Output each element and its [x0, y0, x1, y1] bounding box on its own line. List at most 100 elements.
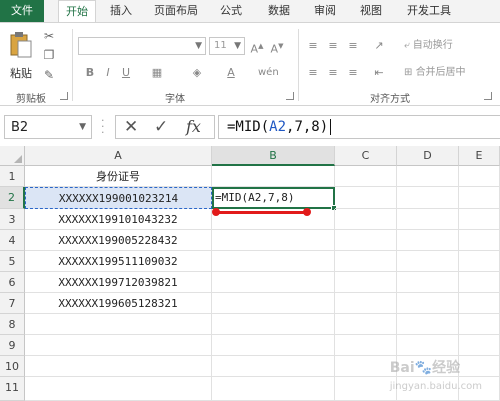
- enter-icon[interactable]: ✓: [154, 117, 168, 137]
- cell-c7[interactable]: [335, 293, 397, 314]
- grow-font-icon[interactable]: A▲: [250, 38, 264, 56]
- cell-b2-editing[interactable]: =MID(A2,7,8): [212, 187, 335, 209]
- tab-review[interactable]: 审阅: [308, 0, 342, 22]
- alignment-launcher-icon[interactable]: [484, 92, 492, 100]
- cell-a3[interactable]: XXXXXX199101043232: [25, 209, 212, 230]
- row-header-5[interactable]: 5: [0, 251, 25, 272]
- tab-data[interactable]: 数据: [262, 0, 296, 22]
- cell-d7[interactable]: [397, 293, 459, 314]
- align-bottom-icon[interactable]: ≡: [346, 38, 360, 54]
- cell-c5[interactable]: [335, 251, 397, 272]
- cell-e3[interactable]: [459, 209, 500, 230]
- cell-e7[interactable]: [459, 293, 500, 314]
- cell-a11[interactable]: [25, 377, 212, 401]
- orientation-icon[interactable]: ↗: [370, 38, 388, 54]
- cell-d4[interactable]: [397, 230, 459, 251]
- tab-view[interactable]: 视图: [354, 0, 388, 22]
- cell-a10[interactable]: [25, 356, 212, 377]
- row-header-10[interactable]: 10: [0, 356, 25, 377]
- name-box[interactable]: B2 ▼: [4, 115, 92, 139]
- cell-b11[interactable]: [212, 377, 335, 401]
- cell-c11[interactable]: [335, 377, 397, 401]
- formula-input[interactable]: =MID(A2,7,8): [218, 115, 500, 139]
- row-header-11[interactable]: 11: [0, 377, 25, 401]
- bold-icon[interactable]: B: [84, 65, 96, 81]
- cell-b7[interactable]: [212, 293, 335, 314]
- column-header-e[interactable]: E: [459, 146, 500, 166]
- align-middle-icon[interactable]: ≡: [326, 38, 340, 54]
- cell-e5[interactable]: [459, 251, 500, 272]
- cell-e9[interactable]: [459, 335, 500, 356]
- align-center-icon[interactable]: ≡: [326, 65, 340, 81]
- cell-d3[interactable]: [397, 209, 459, 230]
- tab-page-layout[interactable]: 页面布局: [148, 0, 204, 22]
- cell-d2[interactable]: [397, 187, 459, 209]
- cell-c6[interactable]: [335, 272, 397, 293]
- cell-e4[interactable]: [459, 230, 500, 251]
- cell-c8[interactable]: [335, 314, 397, 335]
- column-header-b[interactable]: B: [212, 146, 335, 166]
- tab-developer[interactable]: 开发工具: [400, 0, 458, 22]
- cell-e6[interactable]: [459, 272, 500, 293]
- font-launcher-icon[interactable]: [286, 92, 294, 100]
- column-header-a[interactable]: A: [25, 146, 212, 166]
- copy-icon[interactable]: ❐: [42, 48, 56, 62]
- formula-bar-grip-icon[interactable]: · · ·: [101, 115, 105, 138]
- row-header-8[interactable]: 8: [0, 314, 25, 335]
- underline-icon[interactable]: U: [120, 65, 132, 81]
- tab-insert[interactable]: 插入: [104, 0, 138, 22]
- align-top-icon[interactable]: ≡: [306, 38, 320, 54]
- wrap-text-button[interactable]: ⤶ 自动换行: [404, 38, 453, 54]
- cell-c2[interactable]: [335, 187, 397, 209]
- paste-icon[interactable]: [9, 31, 33, 59]
- chevron-down-icon[interactable]: ▼: [79, 122, 86, 132]
- clipboard-launcher-icon[interactable]: [60, 92, 68, 100]
- cell-a2[interactable]: XXXXXX199001023214: [25, 187, 212, 209]
- font-color-icon[interactable]: A: [224, 65, 238, 81]
- align-right-icon[interactable]: ≡: [346, 65, 360, 81]
- format-painter-icon[interactable]: ✎: [42, 68, 56, 82]
- italic-icon[interactable]: I: [102, 65, 114, 81]
- cell-b8[interactable]: [212, 314, 335, 335]
- cell-b5[interactable]: [212, 251, 335, 272]
- cell-a8[interactable]: [25, 314, 212, 335]
- paste-button-label[interactable]: 粘贴: [10, 65, 32, 81]
- wen-icon[interactable]: wén: [258, 65, 279, 81]
- tab-file[interactable]: 文件: [0, 0, 44, 22]
- row-header-3[interactable]: 3: [0, 209, 25, 230]
- cell-e8[interactable]: [459, 314, 500, 335]
- fill-color-icon[interactable]: ◈: [190, 65, 204, 81]
- cell-b9[interactable]: [212, 335, 335, 356]
- cell-d8[interactable]: [397, 314, 459, 335]
- cell-a5[interactable]: XXXXXX199511109032: [25, 251, 212, 272]
- cancel-icon[interactable]: ✕: [124, 117, 138, 137]
- column-header-d[interactable]: D: [397, 146, 459, 166]
- row-header-9[interactable]: 9: [0, 335, 25, 356]
- row-header-7[interactable]: 7: [0, 293, 25, 314]
- border-icon[interactable]: ▦: [150, 65, 164, 81]
- cell-d6[interactable]: [397, 272, 459, 293]
- worksheet-grid[interactable]: A B C D E 1 2 3 4 5 6 7 8 9 10 11 身份证号 X…: [0, 146, 500, 401]
- merge-center-button[interactable]: ⊞ 合并后居中: [404, 65, 466, 81]
- tab-formulas[interactable]: 公式: [214, 0, 248, 22]
- align-left-icon[interactable]: ≡: [306, 65, 320, 81]
- cell-c9[interactable]: [335, 335, 397, 356]
- cell-c1[interactable]: [335, 166, 397, 187]
- row-header-4[interactable]: 4: [0, 230, 25, 251]
- row-header-6[interactable]: 6: [0, 272, 25, 293]
- cell-a7[interactable]: XXXXXX199605128321: [25, 293, 212, 314]
- font-size-select[interactable]: 11 ▼: [209, 37, 245, 55]
- row-header-2[interactable]: 2: [0, 187, 25, 209]
- cell-d9[interactable]: [397, 335, 459, 356]
- cell-c10[interactable]: [335, 356, 397, 377]
- cell-d5[interactable]: [397, 251, 459, 272]
- indent-icon[interactable]: ⇤: [370, 65, 388, 81]
- cell-b10[interactable]: [212, 356, 335, 377]
- cell-c3[interactable]: [335, 209, 397, 230]
- cell-b6[interactable]: [212, 272, 335, 293]
- insert-function-icon[interactable]: fx: [186, 117, 201, 136]
- cell-a6[interactable]: XXXXXX199712039821: [25, 272, 212, 293]
- column-header-c[interactable]: C: [335, 146, 397, 166]
- cell-d1[interactable]: [397, 166, 459, 187]
- shrink-font-icon[interactable]: A▼: [270, 38, 284, 56]
